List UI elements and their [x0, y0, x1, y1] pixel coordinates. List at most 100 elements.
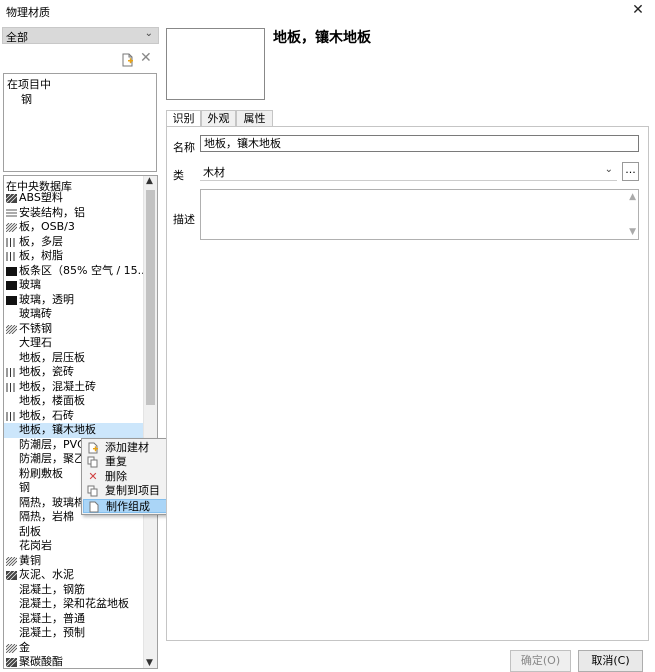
list-item-label: 玻璃，透明 [19, 292, 74, 306]
list-item-label: 板，OSB/3 [19, 220, 75, 233]
list-item-label: 灰泥、水泥 [19, 568, 74, 581]
list-item-label: 地板，石砖 [19, 408, 74, 422]
class-dropdown[interactable]: 木材 ⌄ [200, 163, 617, 181]
list-item-label: 隔热，玻璃棉 [19, 495, 85, 509]
material-swatch-icon [6, 411, 15, 421]
list-item[interactable]: 玻璃砖 [4, 307, 143, 322]
list-item[interactable]: 大理石 [4, 336, 143, 351]
list-item[interactable]: 黄铜 [4, 554, 143, 569]
project-list-header: 在项目中 [7, 78, 51, 91]
list-item-label: ABS塑料 [19, 191, 63, 204]
ok-button[interactable]: 确定(O) [510, 650, 571, 672]
list-item[interactable]: 板，树脂 [4, 249, 143, 264]
list-item[interactable]: 玻璃，透明 [4, 293, 143, 308]
list-item[interactable]: 混凝土，钢筋 [4, 583, 143, 598]
material-swatch-icon [6, 209, 17, 216]
material-swatch-icon [6, 643, 17, 653]
name-field[interactable]: 地板，镶木地板 [200, 135, 639, 152]
list-item-label: 花岗岩 [19, 539, 52, 552]
browse-class-button[interactable]: ... [622, 162, 639, 181]
material-swatch-icon [6, 223, 17, 232]
list-item[interactable]: 金 [4, 641, 143, 656]
library-materials-list[interactable]: 在中央数据库 ABS塑料 安装结构，铝 板，OSB/3 板，多层 板，树脂 板条区（85%… [3, 175, 158, 669]
list-item[interactable]: 地板，石砖 [4, 409, 143, 424]
material-swatch-icon [6, 658, 17, 667]
material-preview [166, 28, 265, 100]
tab-appearance[interactable]: 外观 [201, 110, 236, 126]
material-filter-dropdown[interactable]: 全部 ⌄ [2, 27, 159, 44]
list-item[interactable]: 板条区（85% 空气 / 15... [4, 264, 143, 279]
list-item-label: 地板，瓷砖 [19, 365, 74, 378]
list-item[interactable]: 聚碳酸酯 [4, 655, 143, 668]
window-title: 物理材质 [6, 6, 50, 19]
material-swatch-icon [6, 324, 17, 334]
scroll-up-icon[interactable]: ▲ [146, 176, 153, 186]
chevron-down-icon: ⌄ [144, 28, 153, 39]
list-item[interactable]: 花岗岩 [4, 539, 143, 554]
list-item-label: 钢 [19, 481, 30, 494]
list-item-label: 混凝土，梁和花盆地板 [19, 597, 129, 610]
scrollbar-thumb[interactable] [146, 190, 155, 405]
project-materials-list[interactable]: 在项目中 钢 [3, 73, 157, 172]
new-material-icon[interactable] [122, 53, 134, 67]
menu-item-label: 添加建材 [105, 441, 149, 454]
list-item-label: 地板，镶木地板 [19, 423, 96, 436]
cancel-button[interactable]: 取消(C) [578, 650, 643, 672]
material-swatch-icon [6, 382, 15, 392]
description-field[interactable]: ▲ ▼ [200, 189, 639, 240]
list-item-label: 板，多层 [19, 234, 63, 248]
class-value: 木材 [203, 166, 225, 179]
material-swatch-icon [6, 237, 15, 247]
list-item-label: 金 [19, 640, 30, 654]
list-item[interactable]: 板，OSB/3 [4, 220, 143, 235]
list-item[interactable]: 灰泥、水泥 [4, 568, 143, 583]
duplicate-icon [87, 456, 98, 468]
class-label: 类 [173, 169, 184, 182]
tab-identification[interactable]: 识别 [166, 110, 201, 127]
library-rows: ABS塑料安装结构，铝 板，OSB/3 板，多层 板，树脂 板条区（85% 空气 / 1… [4, 191, 143, 668]
tab-properties[interactable]: 属性 [236, 110, 273, 126]
list-item-label: 板，树脂 [19, 249, 63, 262]
copy-icon [87, 485, 98, 497]
menu-item-label: 重复 [105, 455, 127, 468]
list-item[interactable]: ABS塑料 [4, 191, 143, 206]
delete-icon: ✕ [88, 470, 98, 483]
list-item[interactable]: 混凝土，梁和花盆地板 [4, 597, 143, 612]
list-item[interactable]: 玻璃 [4, 278, 143, 293]
material-swatch-icon [6, 368, 15, 377]
list-item[interactable]: 地板，瓷砖 [4, 365, 143, 380]
menu-item-label: 复制到项目 [105, 484, 160, 497]
list-item[interactable]: 不锈钢 [4, 322, 143, 337]
menu-item-label: 制作组成 [106, 500, 150, 513]
menu-item-label: 删除 [105, 470, 127, 483]
filter-value: 全部 [6, 31, 28, 44]
list-item[interactable]: 钢 [21, 91, 32, 107]
list-item[interactable]: 刮板 [4, 525, 143, 540]
material-swatch-icon [6, 556, 17, 566]
material-swatch-icon [6, 281, 17, 290]
material-swatch-icon [6, 295, 17, 305]
list-item-label: 板条区（85% 空气 / 15... [19, 263, 143, 277]
list-item-label: 玻璃 [19, 278, 41, 291]
list-item-label: 地板，混凝土砖 [19, 379, 96, 393]
list-item-label: 混凝土，钢筋 [19, 582, 85, 596]
delete-material-icon[interactable]: ✕ [140, 50, 152, 66]
material-swatch-icon [6, 194, 17, 203]
list-item-label: 不锈钢 [19, 321, 52, 335]
scroll-up-icon: ▲ [629, 192, 636, 202]
list-item-label: 刮板 [19, 524, 41, 538]
list-item[interactable]: 地板，层压板 [4, 351, 143, 366]
list-item[interactable]: 混凝土，普通 [4, 612, 143, 627]
vertical-scrollbar[interactable]: ▲ ▼ [143, 176, 157, 668]
list-item[interactable]: 混凝土，预制 [4, 626, 143, 641]
list-item[interactable]: 板，多层 [4, 235, 143, 250]
list-item[interactable]: 地板，楼面板 [4, 394, 143, 409]
list-item[interactable]: 地板，混凝土砖 [4, 380, 143, 395]
name-label: 名称 [173, 141, 195, 154]
description-label: 描述 [173, 213, 195, 226]
list-item[interactable]: 地板，镶木地板 [4, 423, 143, 438]
new-document-icon [88, 442, 98, 454]
list-item[interactable]: 安装结构，铝 [4, 206, 143, 221]
close-icon[interactable]: ✕ [628, 2, 648, 18]
scroll-down-icon[interactable]: ▼ [146, 658, 153, 668]
